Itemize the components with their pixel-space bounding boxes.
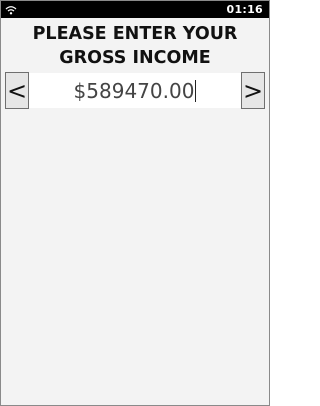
status-bar: 01:16 — [1, 1, 269, 18]
previous-button[interactable]: < — [5, 72, 29, 109]
income-input[interactable]: $589470.00 — [29, 73, 241, 108]
status-time: 01:16 — [226, 3, 263, 16]
text-cursor — [195, 79, 197, 102]
income-entry-row: < $589470.00 > — [5, 72, 265, 109]
device-screen: 01:16 PLEASE ENTER YOUR GROSS INCOME < $… — [0, 0, 270, 406]
wifi-icon — [5, 4, 19, 16]
income-value: $589470.00 — [73, 78, 195, 103]
page-title: PLEASE ENTER YOUR GROSS INCOME — [32, 24, 238, 68]
next-button[interactable]: > — [241, 72, 265, 109]
